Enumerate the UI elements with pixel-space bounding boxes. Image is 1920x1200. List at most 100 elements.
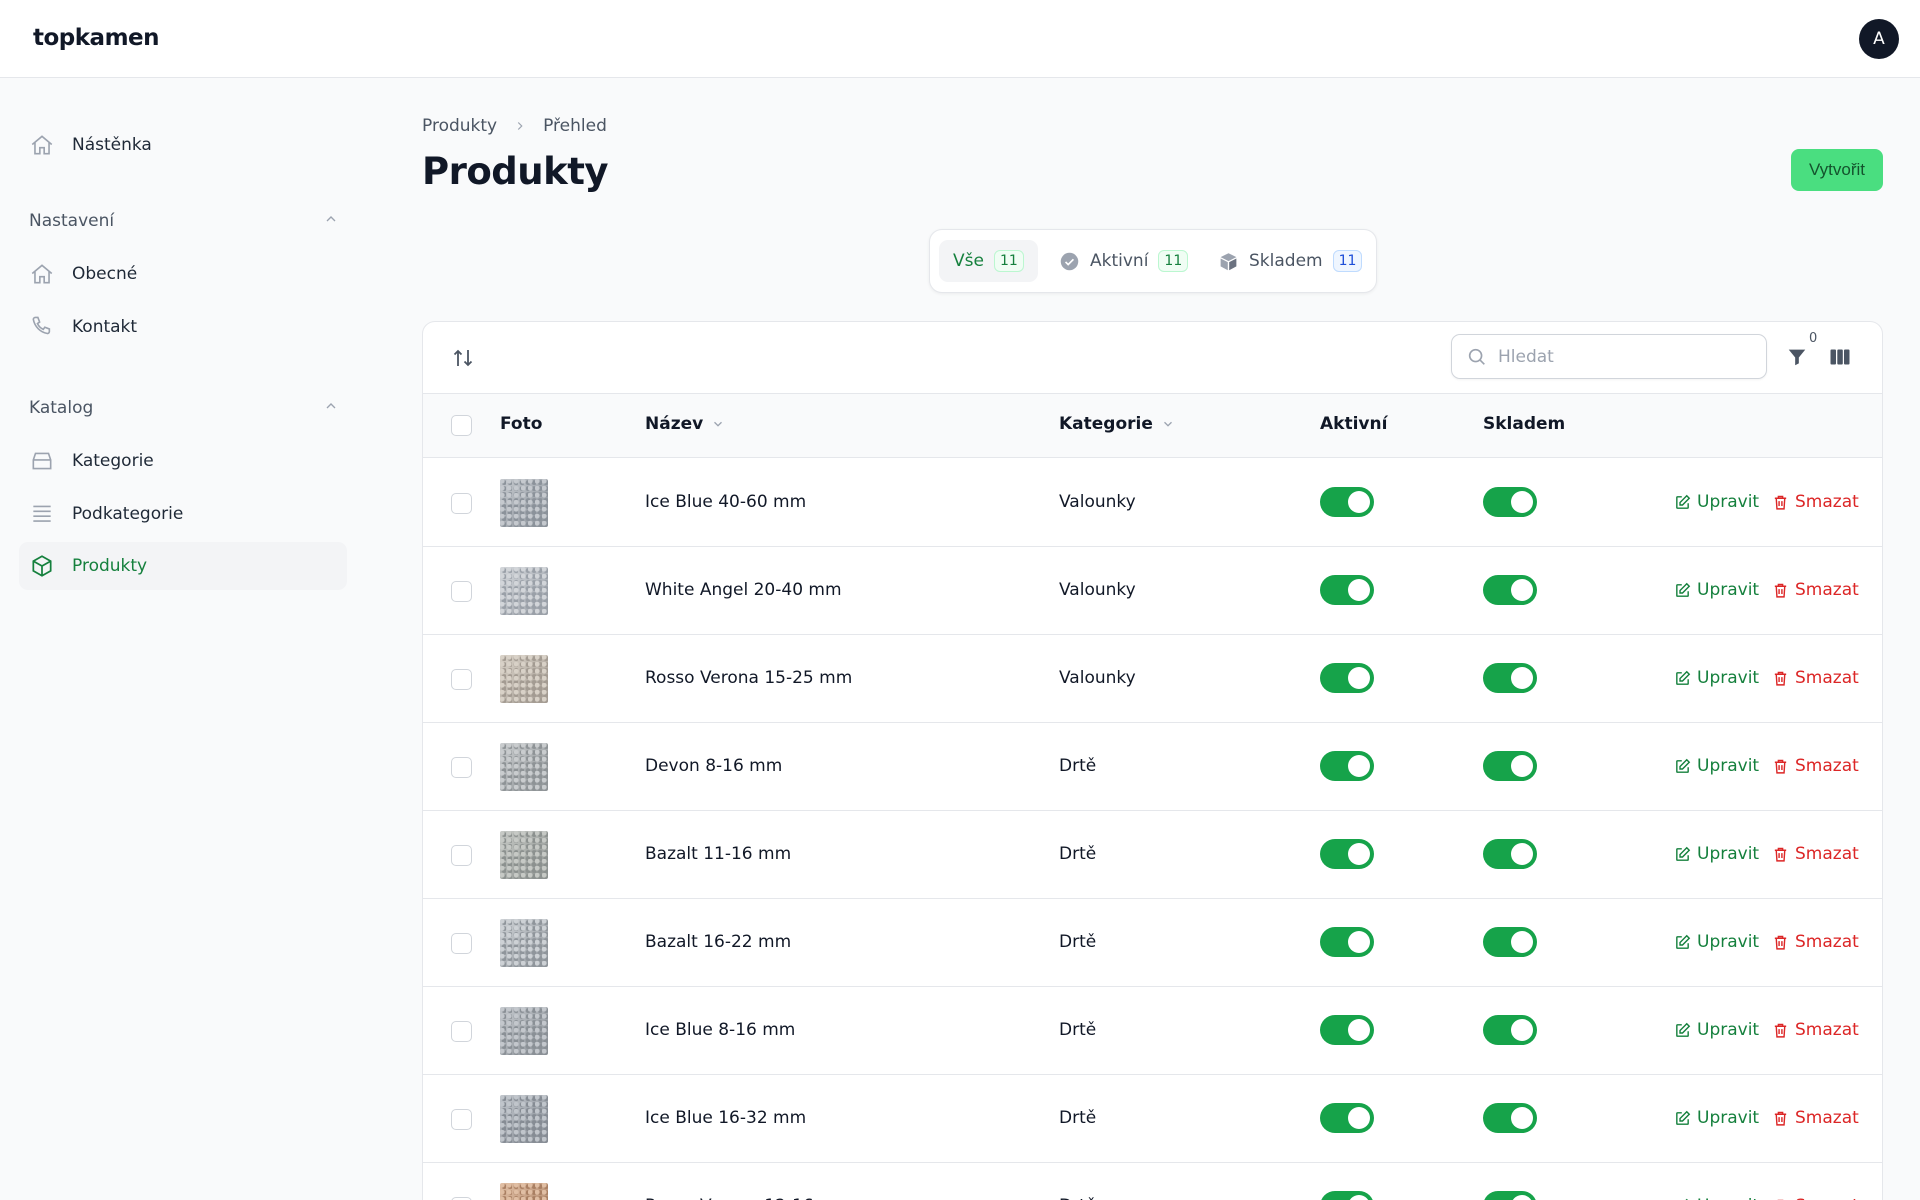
active-toggle[interactable] — [1320, 1191, 1374, 1200]
chevron-right-icon — [513, 119, 527, 133]
tab-aktivni[interactable]: Aktivní 11 — [1045, 240, 1202, 282]
row-checkbox[interactable] — [451, 581, 472, 602]
sidebar-group-katalog[interactable]: Katalog — [29, 393, 339, 423]
active-toggle[interactable] — [1320, 575, 1374, 605]
columns-icon[interactable] — [1827, 344, 1853, 370]
breadcrumb-link-produkty[interactable]: Produkty — [422, 116, 497, 136]
sidebar-item-label: Kategorie — [72, 451, 154, 471]
filter-count-badge: 0 — [1809, 331, 1818, 346]
tab-skladem[interactable]: Skladem 11 — [1204, 240, 1376, 282]
edit-icon — [1674, 494, 1691, 511]
stock-toggle[interactable] — [1483, 575, 1537, 605]
column-header-skladem: Skladem — [1483, 414, 1566, 434]
active-toggle[interactable] — [1320, 663, 1374, 693]
delete-button[interactable]: Smazat — [1772, 756, 1859, 776]
edit-button[interactable]: Upravit — [1674, 844, 1759, 864]
sidebar: Nástěnka Nastavení Obecné Kontakt Katalo… — [0, 78, 360, 1200]
user-avatar[interactable]: A — [1859, 19, 1899, 59]
sidebar-group-label: Katalog — [29, 398, 94, 418]
row-checkbox[interactable] — [451, 1021, 472, 1042]
product-name: Devon 8-16 mm — [645, 756, 783, 776]
sidebar-item-kontakt[interactable]: Kontakt — [19, 303, 347, 351]
sidebar-group-nastaveni[interactable]: Nastavení — [29, 206, 339, 236]
sidebar-item-label: Produkty — [72, 556, 148, 576]
tab-count-badge: 11 — [1332, 250, 1363, 272]
product-category: Drtě — [1059, 1108, 1097, 1128]
sidebar-item-podkategorie[interactable]: Podkategorie — [19, 490, 347, 538]
active-toggle[interactable] — [1320, 1103, 1374, 1133]
product-name: Bazalt 16-22 mm — [645, 932, 792, 952]
stock-toggle[interactable] — [1483, 663, 1537, 693]
trash-icon — [1772, 582, 1789, 599]
delete-button[interactable]: Smazat — [1772, 1108, 1859, 1128]
row-checkbox[interactable] — [451, 669, 472, 690]
delete-button[interactable]: Smazat — [1772, 844, 1859, 864]
delete-button[interactable]: Smazat — [1772, 580, 1859, 600]
active-toggle[interactable] — [1320, 751, 1374, 781]
edit-button[interactable]: Upravit — [1674, 756, 1759, 776]
edit-label: Upravit — [1697, 1196, 1759, 1200]
edit-button[interactable]: Upravit — [1674, 1196, 1759, 1200]
delete-button[interactable]: Smazat — [1772, 1020, 1859, 1040]
app-logo[interactable]: topkamen — [33, 25, 160, 51]
sidebar-group-label: Nastavení — [29, 211, 115, 231]
delete-button[interactable]: Smazat — [1772, 932, 1859, 952]
edit-icon — [1674, 758, 1691, 775]
product-category: Drtě — [1059, 844, 1097, 864]
column-header-label: Název — [645, 414, 704, 434]
filter-icon[interactable] — [1784, 344, 1810, 370]
tab-vse[interactable]: Vše 11 — [939, 240, 1038, 282]
cube-icon — [1218, 251, 1239, 272]
select-all-checkbox[interactable] — [451, 415, 472, 436]
home-icon — [29, 261, 55, 287]
search-input[interactable] — [1498, 346, 1748, 367]
row-checkbox[interactable] — [451, 933, 472, 954]
row-checkbox[interactable] — [451, 845, 472, 866]
toggle-knob — [1511, 1195, 1533, 1200]
product-category: Drtě — [1059, 1020, 1097, 1040]
edit-button[interactable]: Upravit — [1674, 1108, 1759, 1128]
active-toggle[interactable] — [1320, 1015, 1374, 1045]
delete-label: Smazat — [1795, 932, 1859, 952]
stock-toggle[interactable] — [1483, 839, 1537, 869]
active-toggle[interactable] — [1320, 839, 1374, 869]
row-checkbox[interactable] — [451, 493, 472, 514]
stock-toggle[interactable] — [1483, 1191, 1537, 1200]
edit-button[interactable]: Upravit — [1674, 580, 1759, 600]
delete-button[interactable]: Smazat — [1772, 1196, 1859, 1200]
row-checkbox[interactable] — [451, 1109, 472, 1130]
toggle-knob — [1348, 667, 1370, 689]
product-category: Drtě — [1059, 756, 1097, 776]
sidebar-item-kategorie[interactable]: Kategorie — [19, 437, 347, 485]
trash-icon — [1772, 1022, 1789, 1039]
stock-toggle[interactable] — [1483, 1015, 1537, 1045]
sidebar-item-produkty[interactable]: Produkty — [19, 542, 347, 590]
edit-label: Upravit — [1697, 580, 1760, 600]
delete-button[interactable]: Smazat — [1772, 668, 1859, 688]
edit-button[interactable]: Upravit — [1674, 1020, 1759, 1040]
sort-icon[interactable] — [449, 344, 477, 372]
stock-toggle[interactable] — [1483, 487, 1537, 517]
tab-label: Skladem — [1249, 251, 1323, 271]
row-checkbox[interactable] — [451, 757, 472, 778]
search-field[interactable] — [1451, 334, 1767, 379]
column-header-kategorie[interactable]: Kategorie — [1059, 414, 1175, 434]
column-header-nazev[interactable]: Název — [645, 414, 725, 434]
product-name: Ice Blue 8-16 mm — [645, 1020, 796, 1040]
active-toggle[interactable] — [1320, 487, 1374, 517]
stock-toggle[interactable] — [1483, 1103, 1537, 1133]
stock-toggle[interactable] — [1483, 751, 1537, 781]
delete-button[interactable]: Smazat — [1772, 492, 1859, 512]
edit-button[interactable]: Upravit — [1674, 668, 1759, 688]
active-toggle[interactable] — [1320, 927, 1374, 957]
search-icon — [1466, 346, 1488, 368]
sidebar-item-dashboard[interactable]: Nástěnka — [19, 121, 347, 169]
product-category: Valounky — [1059, 492, 1136, 512]
sidebar-item-obecne[interactable]: Obecné — [19, 250, 347, 298]
edit-button[interactable]: Upravit — [1674, 932, 1759, 952]
stock-toggle[interactable] — [1483, 927, 1537, 957]
edit-button[interactable]: Upravit — [1674, 492, 1759, 512]
product-name: Rosso Verona 12-16 mm — [645, 1196, 852, 1200]
create-button[interactable]: Vytvořit — [1791, 149, 1883, 191]
toggle-knob — [1511, 667, 1533, 689]
